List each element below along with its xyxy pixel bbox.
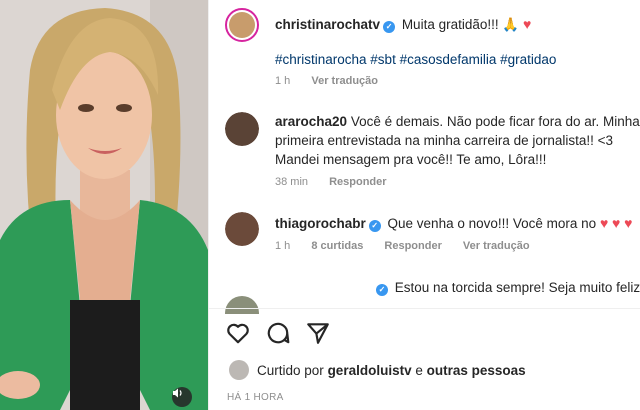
instagram-post-view: christinarochatv ✓ Muita gratidão!!! 🙏 ♥ … <box>0 0 640 410</box>
heart-emoji-icon: ♥ <box>522 16 532 32</box>
comment-icon[interactable] <box>265 320 291 346</box>
comment-1-line-1: ararocha20 Você é demais. Não pode ficar… <box>275 112 640 132</box>
comment-2-meta: 1 h 8 curtidas Responder Ver tradução <box>275 240 548 252</box>
comment-1-text-1: Você é demais. Não pode ficar fora do ar… <box>350 114 640 129</box>
comment-1-reply[interactable]: Responder <box>329 176 386 188</box>
liker-avatar[interactable] <box>229 360 249 380</box>
comment-2-reply[interactable]: Responder <box>384 240 441 252</box>
commenter-avatar[interactable] <box>225 212 259 246</box>
commenter-avatar[interactable] <box>225 112 259 146</box>
comment-2-username[interactable]: thiagorochabr <box>275 216 366 231</box>
action-bar <box>225 320 331 346</box>
liked-by-middle: e <box>415 362 423 378</box>
liked-by-prefix: Curtido por <box>257 362 324 378</box>
comment-1-text-3: Mandei mensagem pra você!! Te amo, Lôra!… <box>275 152 547 167</box>
heart-emoji-icon: ♥ <box>612 215 621 231</box>
comment-1-time: 38 min <box>275 176 309 188</box>
caption-text: Muita gratidão!!! 🙏 <box>401 17 520 32</box>
liked-by-others[interactable]: outras pessoas <box>427 363 526 378</box>
comment-2-likes[interactable]: 8 curtidas <box>311 240 363 252</box>
video-frame-illustration <box>0 0 208 410</box>
share-icon[interactable] <box>305 320 331 346</box>
comment-3-text: Estou na torcida sempre! Seja muito feli… <box>394 280 640 295</box>
comment-2-translate-link[interactable]: Ver tradução <box>463 240 530 252</box>
caption-translate-link[interactable]: Ver tradução <box>311 75 378 87</box>
sound-glyph <box>173 388 182 398</box>
comment-2-text: Que venha o novo!!! Você mora no <box>387 216 597 231</box>
author-username[interactable]: christinarochatv <box>275 17 380 32</box>
caption-time: 1 h <box>275 75 291 87</box>
comment-3-line: ✓ Estou na torcida sempre! Seja muito fe… <box>373 278 640 298</box>
sound-icon[interactable] <box>172 387 192 407</box>
heart-emoji-icon: ♥ <box>599 215 609 231</box>
section-divider <box>209 308 640 309</box>
heart-icon[interactable] <box>225 320 251 346</box>
comments-panel: christinarochatv ✓ Muita gratidão!!! 🙏 ♥ … <box>208 0 640 410</box>
commenter-avatar[interactable] <box>225 296 259 314</box>
verified-icon: ✓ <box>383 21 396 33</box>
comment-1-username[interactable]: ararocha20 <box>275 114 347 129</box>
author-avatar[interactable] <box>225 8 259 42</box>
verified-icon: ✓ <box>376 284 388 296</box>
post-video[interactable] <box>0 0 208 410</box>
verified-icon: ✓ <box>368 220 381 232</box>
hashtags[interactable]: #christinarocha #sbt #casosdefamilia #gr… <box>275 50 556 70</box>
comment-1-meta: 38 min Responder <box>275 176 405 188</box>
comment-2-line: thiagorochabr ✓ Que venha o novo!!! Você … <box>275 213 632 234</box>
caption-meta: 1 h Ver tradução <box>275 75 396 87</box>
caption-line: christinarochatv ✓ Muita gratidão!!! 🙏 ♥ <box>275 14 531 35</box>
liked-by: Curtido por geraldoluistv e outras pesso… <box>229 360 526 380</box>
comment-1-text-2: primeira entrevistada na minha carreira … <box>275 133 614 148</box>
post-timestamp: HÁ 1 HORA <box>227 392 284 403</box>
comment-2-time: 1 h <box>275 240 291 252</box>
heart-emoji-icon: ♥ <box>624 215 633 231</box>
liked-by-user[interactable]: geraldoluistv <box>328 363 412 378</box>
